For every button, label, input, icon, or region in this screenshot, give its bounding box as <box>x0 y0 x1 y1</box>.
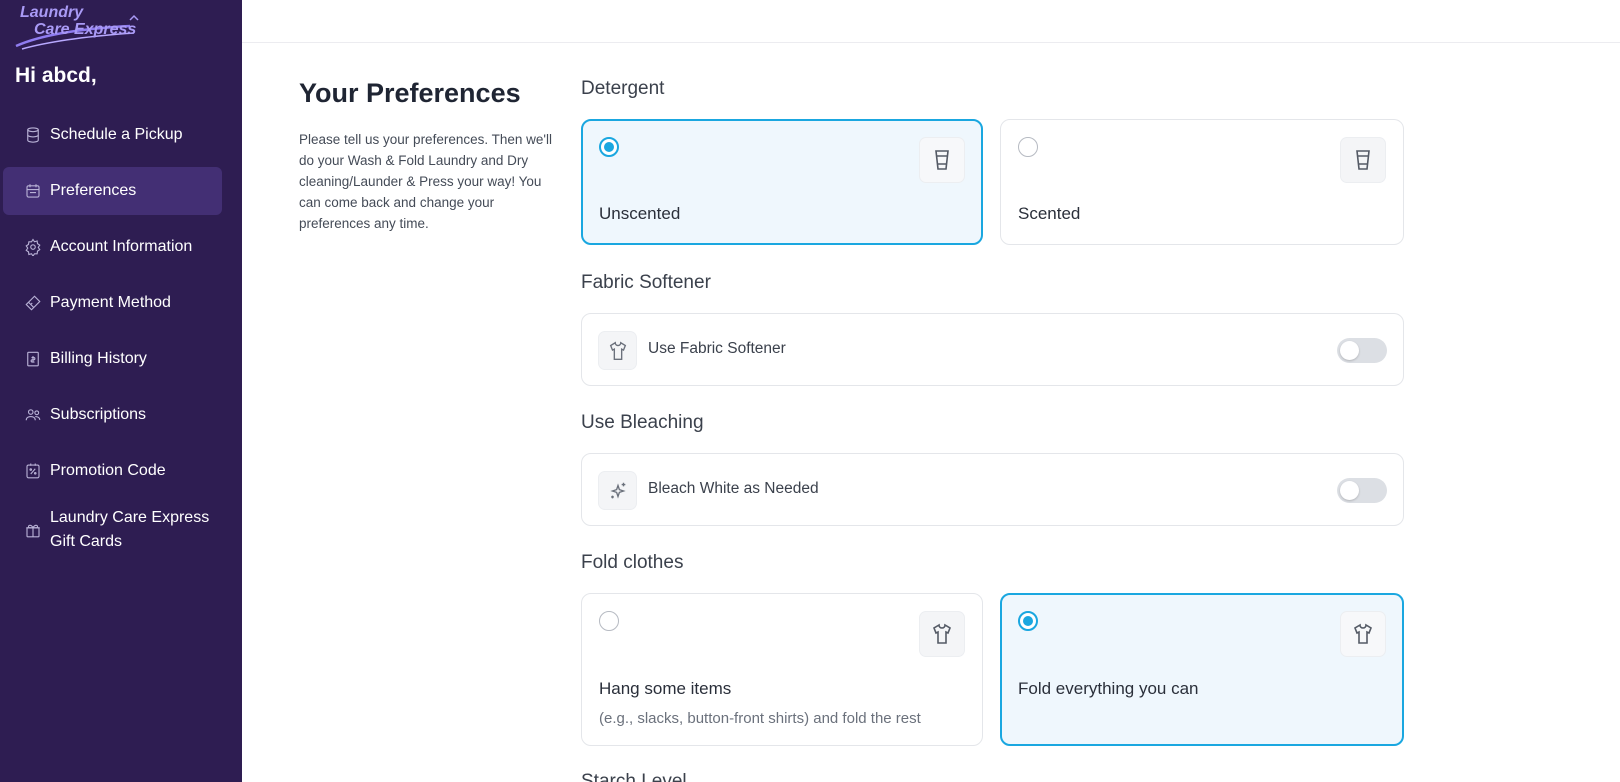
page-title: Your Preferences <box>299 78 521 108</box>
fold-option-fold-everything[interactable]: Fold everything you can <box>1000 593 1404 746</box>
sidebar-item-subscriptions[interactable]: Subscriptions <box>3 391 222 439</box>
sparkle-icon <box>598 471 637 510</box>
cylinder-icon <box>23 125 43 145</box>
sidebar-item-label: Laundry Care Express Gift Cards <box>50 509 210 550</box>
sidebar-item-label: Promotion Code <box>50 462 166 479</box>
radio-button[interactable] <box>599 611 619 631</box>
option-label: Scented <box>1018 204 1081 223</box>
starch-level-title: Starch Level <box>581 771 687 782</box>
top-bar <box>242 0 1620 43</box>
sidebar-item-gift-cards[interactable]: Laundry Care Express Gift Cards <box>3 503 222 557</box>
users-icon <box>23 405 43 425</box>
svg-text:Laundry: Laundry <box>20 4 84 21</box>
fabric-softener-toggle[interactable] <box>1337 338 1387 363</box>
option-label: Fold everything you can <box>1018 679 1199 698</box>
detergent-title: Detergent <box>581 78 665 99</box>
radio-button[interactable] <box>1018 137 1038 157</box>
sidebar-item-payment-method[interactable]: Payment Method <box>3 279 222 327</box>
fabric-softener-row: Use Fabric Softener <box>581 313 1404 386</box>
page-description: Please tell us your preferences. Then we… <box>299 132 552 231</box>
shirt-icon <box>919 611 965 657</box>
option-label: Unscented <box>599 204 681 223</box>
sidebar-item-label: Payment Method <box>50 294 171 311</box>
gift-icon <box>23 520 43 540</box>
sidebar-item-promotion-code[interactable]: Promotion Code <box>3 447 222 495</box>
sidebar-item-schedule-pickup[interactable]: Schedule a Pickup <box>3 111 222 159</box>
gear-icon <box>23 237 43 257</box>
sidebar-item-label: Subscriptions <box>50 406 147 423</box>
radio-button[interactable] <box>599 137 619 157</box>
sidebar-item-label: Preferences <box>50 182 137 199</box>
shirt-icon <box>1340 611 1386 657</box>
bleaching-row: Bleach White as Needed <box>581 453 1404 526</box>
discount-icon <box>23 461 43 481</box>
bleaching-title: Use Bleaching <box>581 412 704 433</box>
shirt-icon <box>598 331 637 370</box>
detergent-option-unscented[interactable]: Unscented <box>581 119 983 245</box>
sidebar-item-preferences[interactable]: Preferences <box>3 167 222 215</box>
sidebar: Laundry Care Express Hi abcd, Schedule a… <box>0 0 242 782</box>
app-root: Laundry Care Express Hi abcd, Schedule a… <box>0 0 1620 782</box>
radio-button[interactable] <box>1018 611 1038 631</box>
calendar-icon <box>23 181 43 201</box>
greeting: Hi abcd, <box>15 64 97 87</box>
bleaching-label: Bleach White as Needed <box>648 480 819 497</box>
brand-logo[interactable]: Laundry Care Express <box>12 0 144 52</box>
sidebar-item-label: Account Information <box>50 238 193 255</box>
fabric-softener-label: Use Fabric Softener <box>648 340 786 357</box>
option-sublabel: (e.g., slacks, button-front shirts) and … <box>599 710 921 727</box>
sidebar-item-label: Schedule a Pickup <box>50 126 183 143</box>
option-label: Hang some items <box>599 679 732 698</box>
detergent-option-scented[interactable]: Scented <box>1000 119 1404 245</box>
bleaching-toggle[interactable] <box>1337 478 1387 503</box>
sidebar-item-account-information[interactable]: Account Information <box>3 223 222 271</box>
sidebar-item-label: Billing History <box>50 350 147 367</box>
svg-text:Care Express: Care Express <box>34 21 136 38</box>
sidebar-item-billing-history[interactable]: Billing History <box>3 335 222 383</box>
sidebar-nav: Schedule a Pickup Preferences Account In… <box>3 111 222 565</box>
cup-icon <box>919 137 965 183</box>
fabric-softener-title: Fabric Softener <box>581 272 711 293</box>
fold-option-hang-some[interactable]: Hang some items (e.g., slacks, button-fr… <box>581 593 983 746</box>
card-icon <box>23 293 43 313</box>
fold-clothes-title: Fold clothes <box>581 552 684 573</box>
cup-icon <box>1340 137 1386 183</box>
receipt-icon <box>23 349 43 369</box>
